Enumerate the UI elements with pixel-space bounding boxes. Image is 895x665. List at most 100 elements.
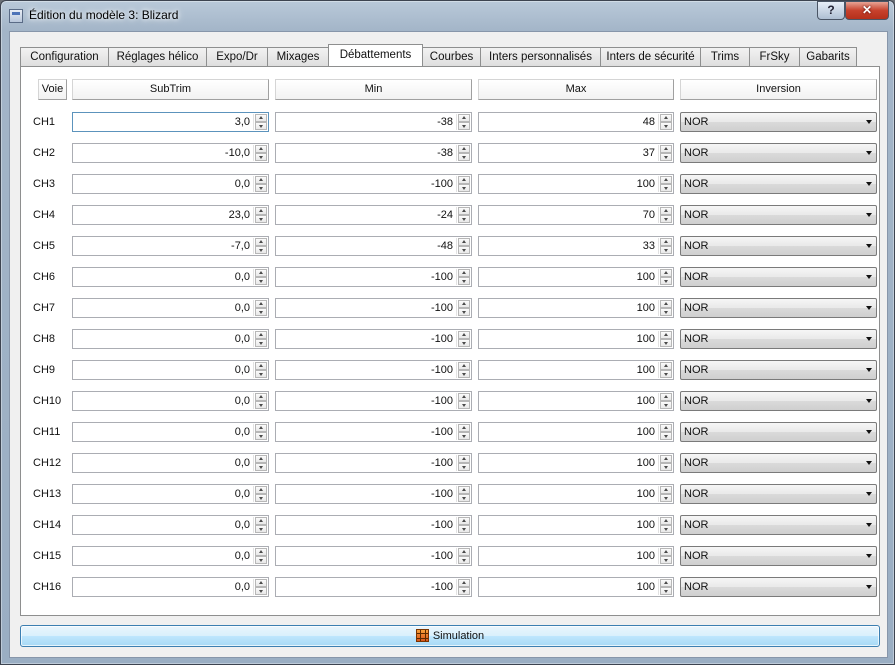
decrement-arrow-icon[interactable] [255, 308, 267, 316]
increment-arrow-icon[interactable] [660, 114, 672, 122]
increment-arrow-icon[interactable] [458, 517, 470, 525]
min-spinbox[interactable]: -100 [275, 422, 472, 442]
subtrim-spinbox[interactable]: 0,0 [72, 298, 269, 318]
min-spinbox[interactable]: -100 [275, 360, 472, 380]
increment-arrow-icon[interactable] [458, 145, 470, 153]
decrement-arrow-icon[interactable] [255, 277, 267, 285]
min-spinbox[interactable]: -24 [275, 205, 472, 225]
inversion-dropdown[interactable]: NOR [680, 422, 877, 442]
subtrim-spinbox[interactable]: 0,0 [72, 329, 269, 349]
decrement-arrow-icon[interactable] [255, 339, 267, 347]
decrement-arrow-icon[interactable] [660, 153, 672, 161]
min-spinbox[interactable]: -100 [275, 298, 472, 318]
decrement-arrow-icon[interactable] [458, 246, 470, 254]
increment-arrow-icon[interactable] [458, 300, 470, 308]
decrement-arrow-icon[interactable] [255, 432, 267, 440]
tab-débattements[interactable]: Débattements [328, 44, 423, 66]
subtrim-spinbox[interactable]: 0,0 [72, 515, 269, 535]
increment-arrow-icon[interactable] [660, 455, 672, 463]
max-spinbox[interactable]: 100 [478, 298, 674, 318]
min-spinbox[interactable]: -100 [275, 174, 472, 194]
decrement-arrow-icon[interactable] [458, 277, 470, 285]
increment-arrow-icon[interactable] [660, 331, 672, 339]
increment-arrow-icon[interactable] [458, 362, 470, 370]
max-spinbox[interactable]: 100 [478, 484, 674, 504]
title-bar[interactable]: Édition du modèle 3: Blizard ? ✕ [1, 1, 894, 31]
min-spinbox[interactable]: -48 [275, 236, 472, 256]
decrement-arrow-icon[interactable] [660, 556, 672, 564]
increment-arrow-icon[interactable] [660, 517, 672, 525]
tab-gabarits[interactable]: Gabarits [799, 47, 857, 66]
increment-arrow-icon[interactable] [660, 269, 672, 277]
increment-arrow-icon[interactable] [660, 362, 672, 370]
inversion-dropdown[interactable]: NOR [680, 267, 877, 287]
increment-arrow-icon[interactable] [660, 145, 672, 153]
inversion-dropdown[interactable]: NOR [680, 174, 877, 194]
decrement-arrow-icon[interactable] [660, 277, 672, 285]
tab-réglages-hélico[interactable]: Réglages hélico [108, 47, 207, 66]
min-spinbox[interactable]: -100 [275, 267, 472, 287]
decrement-arrow-icon[interactable] [458, 556, 470, 564]
increment-arrow-icon[interactable] [660, 424, 672, 432]
inversion-dropdown[interactable]: NOR [680, 546, 877, 566]
increment-arrow-icon[interactable] [660, 486, 672, 494]
increment-arrow-icon[interactable] [255, 145, 267, 153]
increment-arrow-icon[interactable] [255, 548, 267, 556]
decrement-arrow-icon[interactable] [255, 153, 267, 161]
max-spinbox[interactable]: 100 [478, 453, 674, 473]
decrement-arrow-icon[interactable] [660, 184, 672, 192]
decrement-arrow-icon[interactable] [458, 587, 470, 595]
max-spinbox[interactable]: 100 [478, 422, 674, 442]
increment-arrow-icon[interactable] [255, 486, 267, 494]
decrement-arrow-icon[interactable] [255, 215, 267, 223]
decrement-arrow-icon[interactable] [458, 432, 470, 440]
increment-arrow-icon[interactable] [255, 300, 267, 308]
increment-arrow-icon[interactable] [660, 176, 672, 184]
increment-arrow-icon[interactable] [255, 455, 267, 463]
increment-arrow-icon[interactable] [660, 393, 672, 401]
decrement-arrow-icon[interactable] [660, 432, 672, 440]
increment-arrow-icon[interactable] [458, 393, 470, 401]
decrement-arrow-icon[interactable] [458, 184, 470, 192]
min-spinbox[interactable]: -38 [275, 143, 472, 163]
increment-arrow-icon[interactable] [458, 331, 470, 339]
increment-arrow-icon[interactable] [255, 238, 267, 246]
increment-arrow-icon[interactable] [458, 176, 470, 184]
increment-arrow-icon[interactable] [660, 238, 672, 246]
subtrim-spinbox[interactable]: 0,0 [72, 577, 269, 597]
decrement-arrow-icon[interactable] [255, 525, 267, 533]
increment-arrow-icon[interactable] [255, 362, 267, 370]
subtrim-spinbox[interactable]: 0,0 [72, 546, 269, 566]
decrement-arrow-icon[interactable] [255, 246, 267, 254]
increment-arrow-icon[interactable] [255, 114, 267, 122]
increment-arrow-icon[interactable] [458, 424, 470, 432]
decrement-arrow-icon[interactable] [458, 494, 470, 502]
decrement-arrow-icon[interactable] [458, 463, 470, 471]
increment-arrow-icon[interactable] [458, 486, 470, 494]
subtrim-spinbox[interactable]: 0,0 [72, 484, 269, 504]
max-spinbox[interactable]: 100 [478, 329, 674, 349]
decrement-arrow-icon[interactable] [458, 370, 470, 378]
subtrim-spinbox[interactable]: 0,0 [72, 174, 269, 194]
increment-arrow-icon[interactable] [255, 331, 267, 339]
decrement-arrow-icon[interactable] [458, 122, 470, 130]
increment-arrow-icon[interactable] [255, 176, 267, 184]
increment-arrow-icon[interactable] [458, 238, 470, 246]
decrement-arrow-icon[interactable] [660, 339, 672, 347]
inversion-dropdown[interactable]: NOR [680, 236, 877, 256]
increment-arrow-icon[interactable] [255, 517, 267, 525]
inversion-dropdown[interactable]: NOR [680, 143, 877, 163]
increment-arrow-icon[interactable] [660, 579, 672, 587]
tab-mixages[interactable]: Mixages [267, 47, 329, 66]
increment-arrow-icon[interactable] [660, 548, 672, 556]
increment-arrow-icon[interactable] [255, 269, 267, 277]
increment-arrow-icon[interactable] [255, 579, 267, 587]
inversion-dropdown[interactable]: NOR [680, 391, 877, 411]
decrement-arrow-icon[interactable] [458, 215, 470, 223]
subtrim-spinbox[interactable]: 0,0 [72, 267, 269, 287]
decrement-arrow-icon[interactable] [255, 370, 267, 378]
max-spinbox[interactable]: 37 [478, 143, 674, 163]
decrement-arrow-icon[interactable] [660, 370, 672, 378]
min-spinbox[interactable]: -100 [275, 577, 472, 597]
help-button[interactable]: ? [817, 1, 845, 20]
